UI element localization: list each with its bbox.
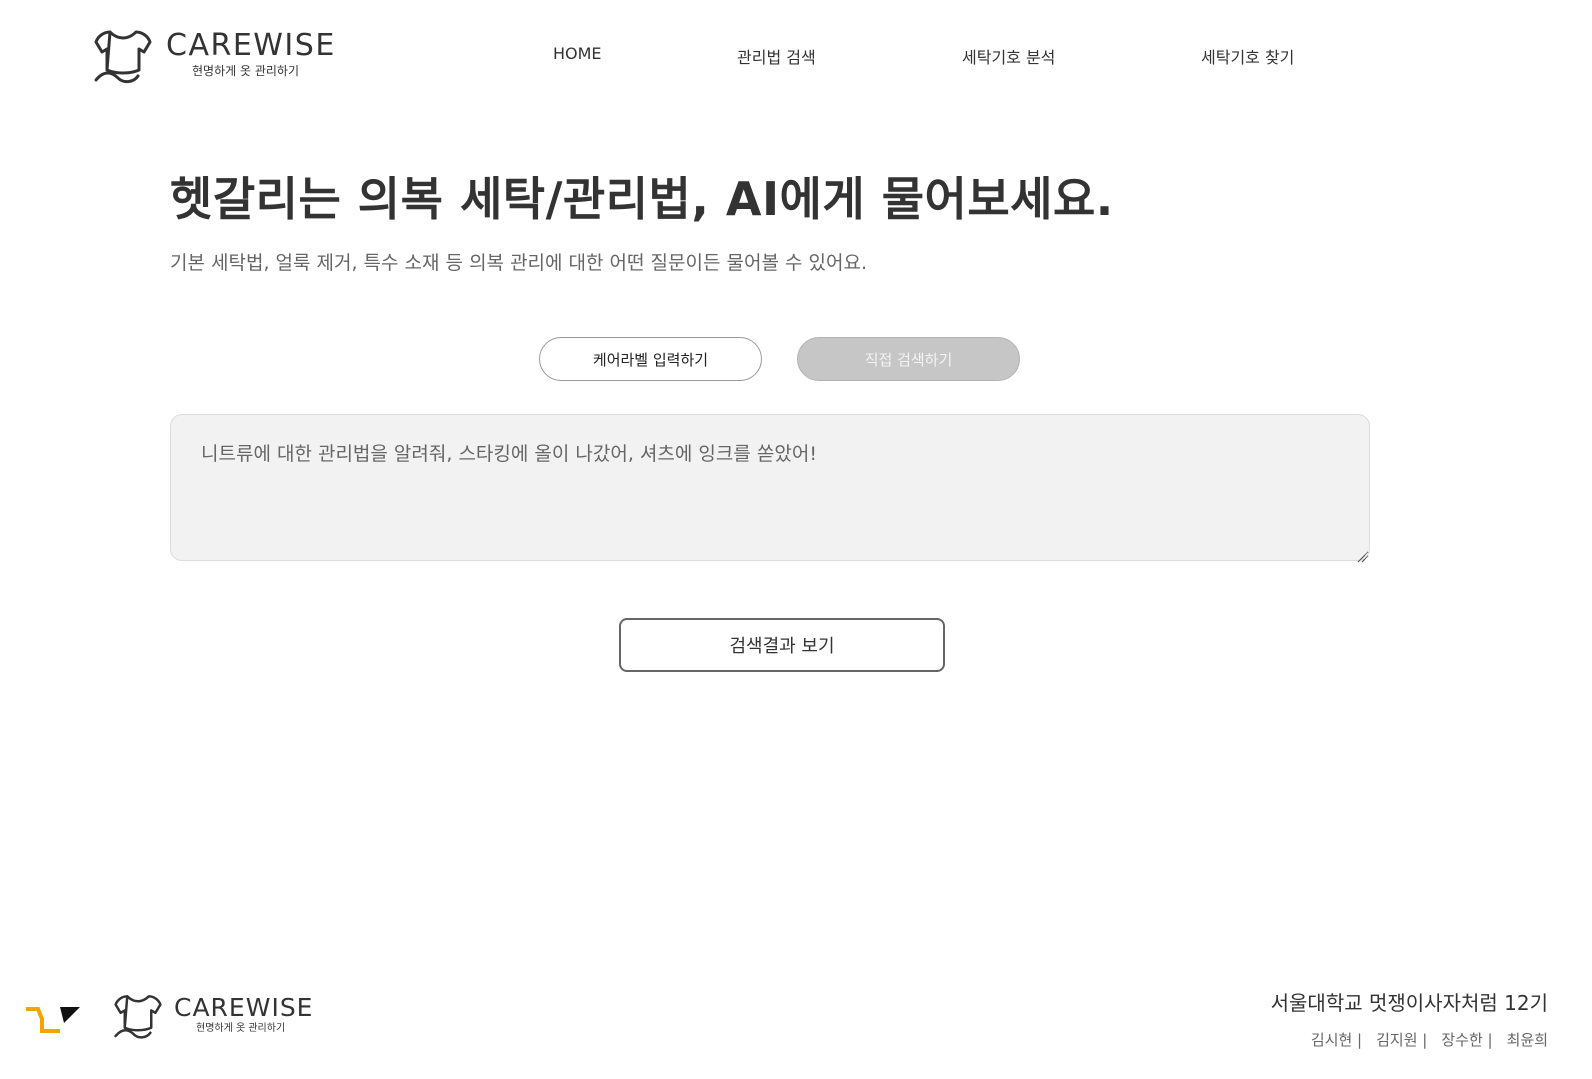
footer-organization: 서울대학교 멋쟁이사자처럼 12기 (1270, 991, 1548, 1015)
member-name: 장수한 | (1441, 1031, 1493, 1049)
nav-symbol-find[interactable]: 세탁기호 찾기 (1201, 44, 1294, 68)
footer-brand-tagline: 현명하게 옷 관리하기 (196, 1023, 286, 1034)
member-name: 김시현 | (1310, 1031, 1363, 1049)
site-header: CAREWISE 현명하게 옷 관리하기 HOME 관리법 검색 세탁기호 분석… (0, 0, 1592, 110)
search-mode-toggle: 케어라벨 입력하기 직접 검색하기 (0, 337, 1592, 381)
footer-brand-text: CAREWISE 현명하게 옷 관리하기 (174, 993, 313, 1035)
nav-home[interactable]: HOME (553, 44, 602, 63)
site-footer: CAREWISE 현명하게 옷 관리하기 서울대학교 멋쟁이사자처럼 12기 김… (0, 975, 1592, 1079)
page-subtitle: 기본 세탁법, 얼룩 제거, 특수 소재 등 의복 관리에 대한 어떤 질문이든… (170, 252, 867, 274)
direct-search-button[interactable]: 직접 검색하기 (797, 337, 1020, 381)
footer-shirt-logo-icon (114, 993, 162, 1041)
care-label-input-button[interactable]: 케어라벨 입력하기 (539, 337, 762, 381)
likelion-logo-icon (24, 1001, 82, 1039)
member-name: 최윤희 (1506, 1031, 1548, 1049)
main-nav: HOME 관리법 검색 세탁기호 분석 세탁기호 찾기 (0, 44, 1592, 68)
footer-member-list: 김시현 | 김지원 | 장수한 | 최윤희 (1311, 1029, 1548, 1050)
page-title: 헷갈리는 의복 세탁/관리법, AI에게 물어보세요. (170, 172, 1114, 226)
footer-brand-name: CAREWISE (174, 993, 314, 1022)
query-textarea[interactable] (170, 414, 1370, 561)
resize-grip-icon[interactable] (1356, 548, 1366, 563)
footer-brand: CAREWISE 현명하게 옷 관리하기 (114, 993, 313, 1041)
member-name: 김지원 | (1376, 1031, 1428, 1049)
page: CAREWISE 현명하게 옷 관리하기 HOME 관리법 검색 세탁기호 분석… (0, 0, 1592, 1079)
nav-care-search[interactable]: 관리법 검색 (737, 44, 816, 68)
nav-symbol-analysis[interactable]: 세탁기호 분석 (962, 44, 1055, 68)
view-results-button[interactable]: 검색결과 보기 (619, 618, 945, 672)
